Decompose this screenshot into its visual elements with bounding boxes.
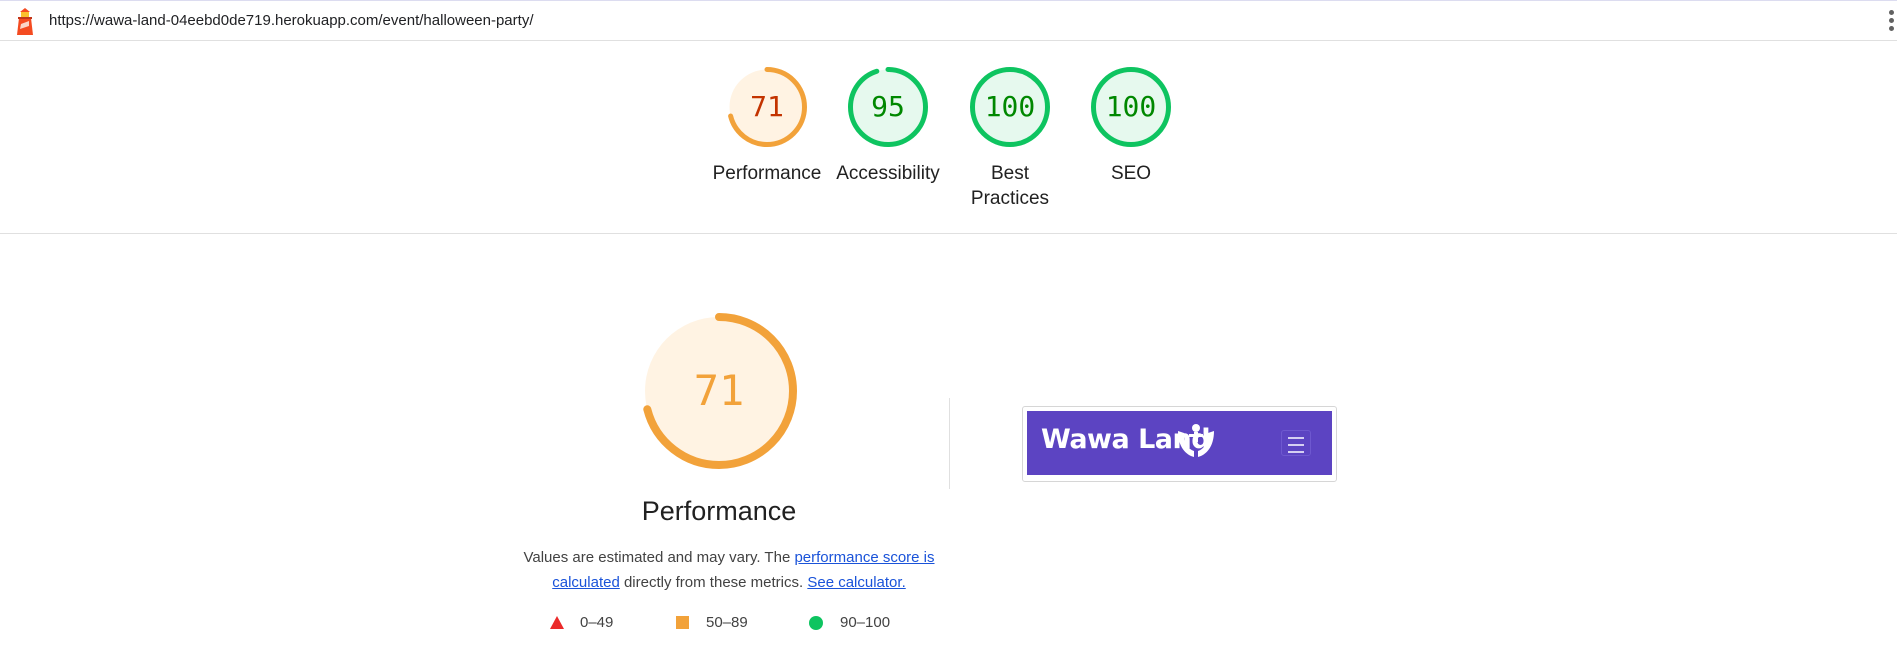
gauge-ring: 95	[846, 65, 930, 149]
gauge-ring: 71	[725, 65, 809, 149]
url-bar: https://wawa-land-04eebd0de719.herokuapp…	[0, 0, 1897, 41]
legend-fail: 0–49	[550, 614, 613, 631]
see-calculator-link[interactable]: See calculator.	[807, 574, 905, 591]
gauge-seo[interactable]: 100 SEO	[1061, 65, 1201, 186]
lighthouse-icon	[17, 8, 33, 35]
gauge-score: 71	[750, 90, 784, 123]
gauge-score: 95	[871, 90, 905, 123]
gauge-score: 100	[1105, 90, 1157, 123]
final-screenshot-thumbnail[interactable]: Wawa Land	[1022, 406, 1337, 482]
gauge-label: SEO	[1110, 163, 1152, 184]
legend-average: 50–89	[676, 614, 748, 631]
performance-score: 71	[693, 366, 745, 415]
hands-icon	[1178, 424, 1214, 457]
gauge-label: Best Practices	[970, 163, 1050, 209]
desc-text: directly from these metrics.	[619, 574, 808, 591]
legend-pass: 90–100	[809, 614, 890, 631]
desc-text: Values are estimated and may vary. The	[523, 549, 795, 566]
legend-pass-range: 90–100	[840, 614, 891, 631]
hamburger-icon	[1281, 430, 1311, 456]
section-divider	[949, 398, 950, 489]
gauge-ring: 100	[1089, 65, 1173, 149]
gauge-ring: 100	[968, 65, 1052, 149]
score-summary: 71 Performance 95 Accessibility 100 Best…	[0, 41, 1897, 234]
gauge-accessibility[interactable]: 95 Accessibility	[818, 65, 958, 186]
performance-description: Values are estimated and may vary. The p…	[519, 545, 939, 595]
performance-title: Performance	[641, 496, 797, 526]
average-square-icon	[676, 616, 689, 629]
kebab-menu-icon[interactable]	[1887, 10, 1897, 34]
gauge-label: Accessibility	[836, 163, 940, 184]
gauge-score: 100	[984, 90, 1036, 123]
gauge-best-practices[interactable]: 100 Best Practices	[940, 65, 1080, 211]
legend-average-range: 50–89	[706, 614, 748, 631]
pass-circle-icon	[809, 616, 823, 630]
legend-fail-range: 0–49	[580, 614, 614, 631]
performance-gauge: 71	[639, 311, 799, 471]
fail-triangle-icon	[550, 616, 564, 629]
site-navbar-preview: Wawa Land	[1027, 411, 1332, 475]
performance-section: 71 Performance Values are estimated and …	[519, 311, 935, 595]
gauge-label: Performance	[712, 163, 822, 184]
gauge-performance[interactable]: 71 Performance	[697, 65, 837, 186]
page-url[interactable]: https://wawa-land-04eebd0de719.herokuapp…	[49, 12, 533, 29]
